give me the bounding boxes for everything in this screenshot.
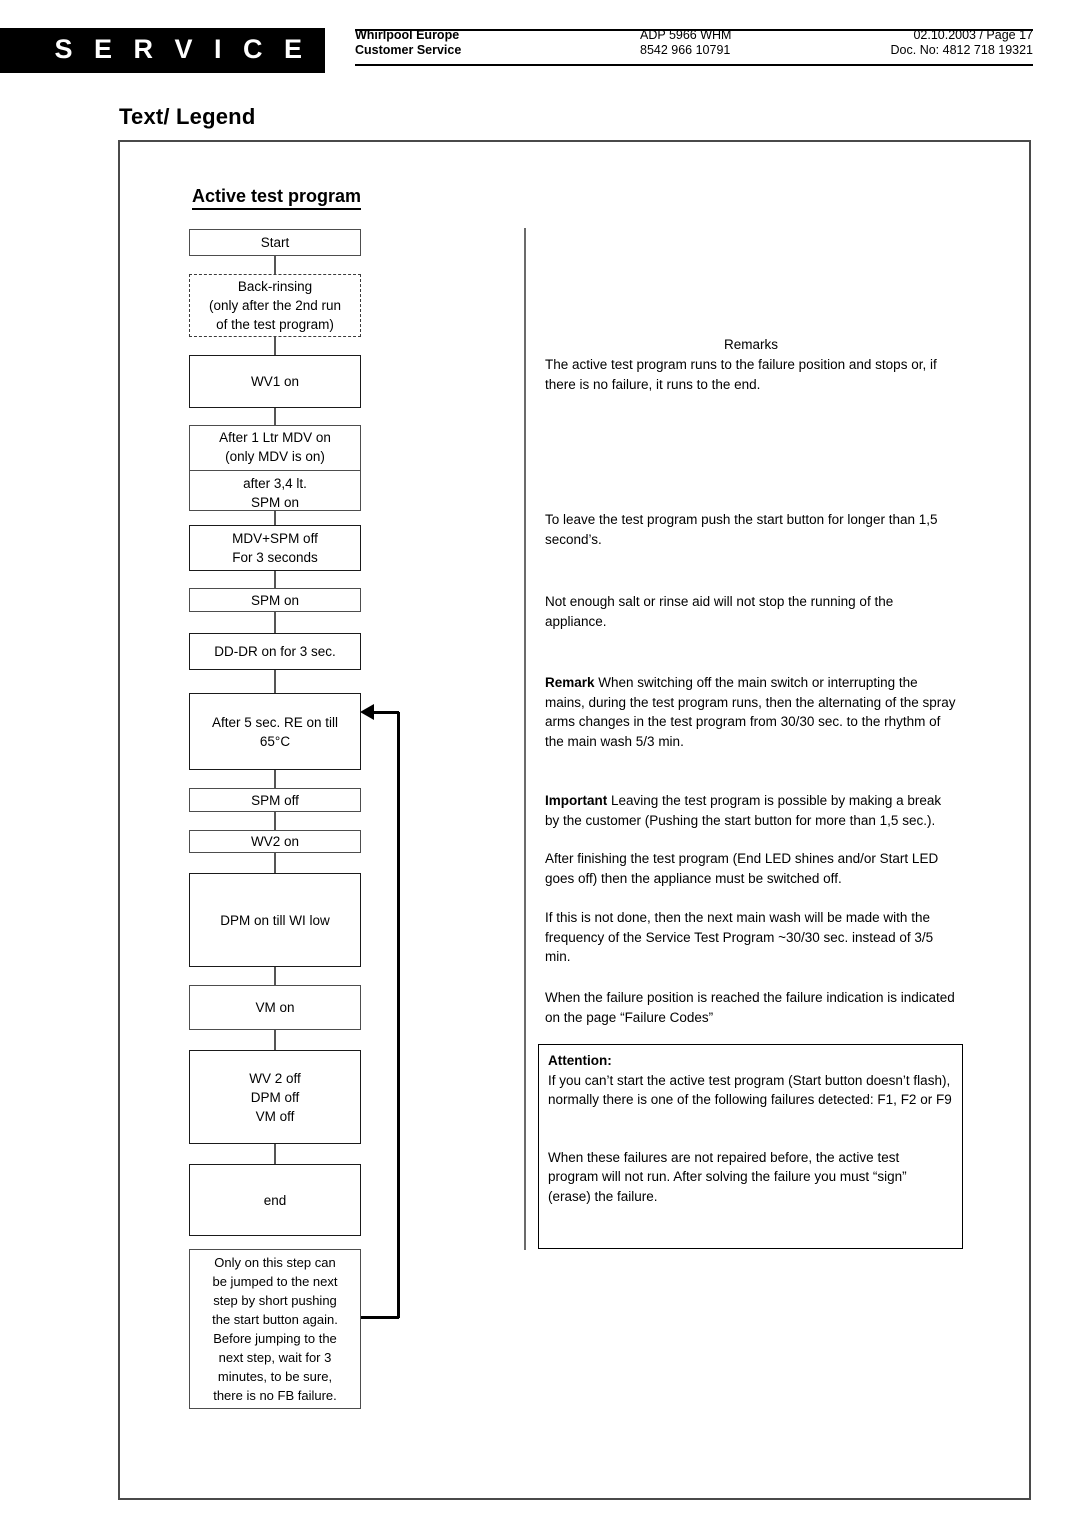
connector-dddr-to-reon: [274, 670, 276, 693]
flow-step-re-on-label: After 5 sec. RE on till 65°C: [211, 714, 339, 749]
connector-spmon-to-dddr: [274, 612, 276, 633]
attention-body-2: When these failures are not repaired bef…: [548, 1149, 907, 1204]
flow-step-spm-on: SPM on: [189, 588, 361, 612]
flow-step-mdv-spm-off: MDV+SPM off For 3 seconds: [189, 525, 361, 571]
column-divider: [524, 228, 526, 1250]
attention-body-1: If you can’t start the active test progr…: [548, 1072, 952, 1108]
flow-step-dpm-on: DPM on till WI low: [189, 873, 361, 967]
flow-step-spm-on-34-label: after 3,4 lt. SPM on: [190, 470, 360, 512]
flow-step-mdv-spm-off-label: MDV+SPM off For 3 seconds: [232, 531, 318, 565]
remark-paragraph-6: When the failure position is reached the…: [545, 990, 955, 1025]
connector-reon-to-spmoff: [274, 770, 276, 788]
flow-step-spm-on-label: SPM on: [250, 592, 300, 608]
remark-5-bold-lead: Important: [545, 793, 608, 808]
remark-paragraph-5: Important Leaving the test program is po…: [545, 791, 957, 830]
flow-step-back-rinsing-label: Back-rinsing (only after the 2nd run of th…: [208, 279, 342, 332]
connector-spmoff-to-wv2on: [274, 812, 276, 830]
header-rule-bottom: [355, 64, 1033, 66]
flow-step-wv2-on-label: WV2 on: [250, 834, 300, 849]
flow-step-start-label: Start: [260, 235, 290, 250]
remark-4-text: When switching off the main switch or in…: [545, 675, 956, 749]
flow-step-dpm-on-label: DPM on till WI low: [220, 912, 330, 928]
connector-start-to-backrinsing: [274, 256, 276, 274]
connector-wv1-to-mdv: [274, 408, 276, 425]
flow-step-back-rinsing: Back-rinsing (only after the 2nd run of th…: [189, 274, 361, 337]
flow-step-vm-on-label: VM on: [255, 1000, 295, 1015]
flow-step-wv2-on: WV2 on: [189, 830, 361, 853]
connector-alloff-to-end: [274, 1144, 276, 1164]
header-doc-line2: Doc. No: 4812 718 19321: [890, 43, 1033, 57]
flowchart-heading: Active test program: [192, 186, 362, 210]
flow-step-note: Only on this step can be jumped to the ne…: [189, 1249, 361, 1409]
header-company-line1: Whirlpool Europe: [355, 28, 460, 42]
remark-paragraph-2: To leave the test program push the start…: [545, 512, 938, 547]
connector-mdv-to-mdvspmoff: [274, 511, 276, 525]
feedback-loop-bottom-line: [357, 1316, 399, 1319]
flow-step-start: Start: [189, 229, 361, 256]
page-title: Text/ Legend: [119, 104, 256, 129]
header-row-2: Customer Service 8542 966 10791 Doc. No:…: [355, 43, 1033, 58]
header-model-line1: ADP 5966 WHM: [640, 28, 732, 42]
flow-step-dd-dr-on: DD-DR on for 3 sec.: [189, 633, 361, 670]
flow-step-vm-on: VM on: [189, 985, 361, 1030]
header-info-table: Whirlpool Europe ADP 5966 WHM 02.10.2003…: [355, 28, 1033, 58]
remark-4-bold-lead: Remark: [545, 675, 595, 690]
connector-mdvspmoff-to-spmon: [274, 571, 276, 588]
attention-title: Attention:: [548, 1053, 612, 1068]
flow-step-end-label: end: [263, 1192, 287, 1208]
header-doc-line1: 02.10.2003 / Page 17: [913, 28, 1033, 42]
remark-paragraph-4: Remark When switching off the main switc…: [545, 673, 957, 751]
feedback-loop-top-line: [372, 711, 399, 714]
remarks-title: Remarks: [723, 337, 778, 352]
header-row-1: Whirlpool Europe ADP 5966 WHM 02.10.2003…: [355, 28, 1033, 43]
remark-paragraph-3: Not enough salt or rinse aid will not st…: [545, 594, 894, 629]
connector-wv2on-to-dpm: [274, 853, 276, 873]
flow-step-all-off-label: WV 2 off DPM off VM off: [249, 1070, 301, 1124]
service-banner-underline: [0, 70, 325, 73]
remark-paragraph-5c: If this is not done, then the next main …: [545, 910, 934, 964]
flow-step-mdv-on-label: After 1 Ltr MDV on (only MDV is on): [219, 430, 331, 464]
flow-step-wv1-on-label: WV1 on: [250, 374, 300, 389]
flow-step-re-on: After 5 sec. RE on till 65°C: [189, 693, 361, 770]
flow-step-mdv-group: After 1 Ltr MDV on (only MDV is on) after…: [189, 425, 361, 511]
feedback-loop-vertical-line: [397, 712, 400, 1318]
connector-backrinsing-to-wv1: [274, 337, 276, 355]
flow-step-note-label: Only on this step can be jumped to the ne…: [212, 1255, 338, 1403]
flow-step-spm-off: SPM off: [189, 788, 361, 812]
flow-step-all-off: WV 2 off DPM off VM off: [189, 1050, 361, 1144]
flow-step-end: end: [189, 1164, 361, 1236]
service-banner: S E R V I C E: [0, 28, 325, 70]
flow-step-dd-dr-on-label: DD-DR on for 3 sec.: [214, 644, 336, 659]
feedback-loop-arrow-icon: [360, 704, 374, 720]
header-model-line2: 8542 966 10791: [640, 43, 731, 57]
page-header: S E R V I C E Whirlpool Europe ADP 5966 …: [0, 28, 1080, 74]
connector-dpm-to-vmon: [274, 967, 276, 985]
flow-step-spm-off-label: SPM off: [251, 792, 299, 808]
connector-vmon-to-alloff: [274, 1030, 276, 1050]
flow-step-wv1-on: WV1 on: [189, 355, 361, 408]
remark-paragraph-1: The active test program runs to the fail…: [545, 357, 937, 392]
attention-spacer: [548, 1110, 953, 1148]
remark-paragraph-5b: After finishing the test program (End LE…: [545, 851, 939, 886]
attention-box: Attention: If you can’t start the active…: [538, 1044, 963, 1249]
header-company-line2: Customer Service: [355, 43, 462, 57]
